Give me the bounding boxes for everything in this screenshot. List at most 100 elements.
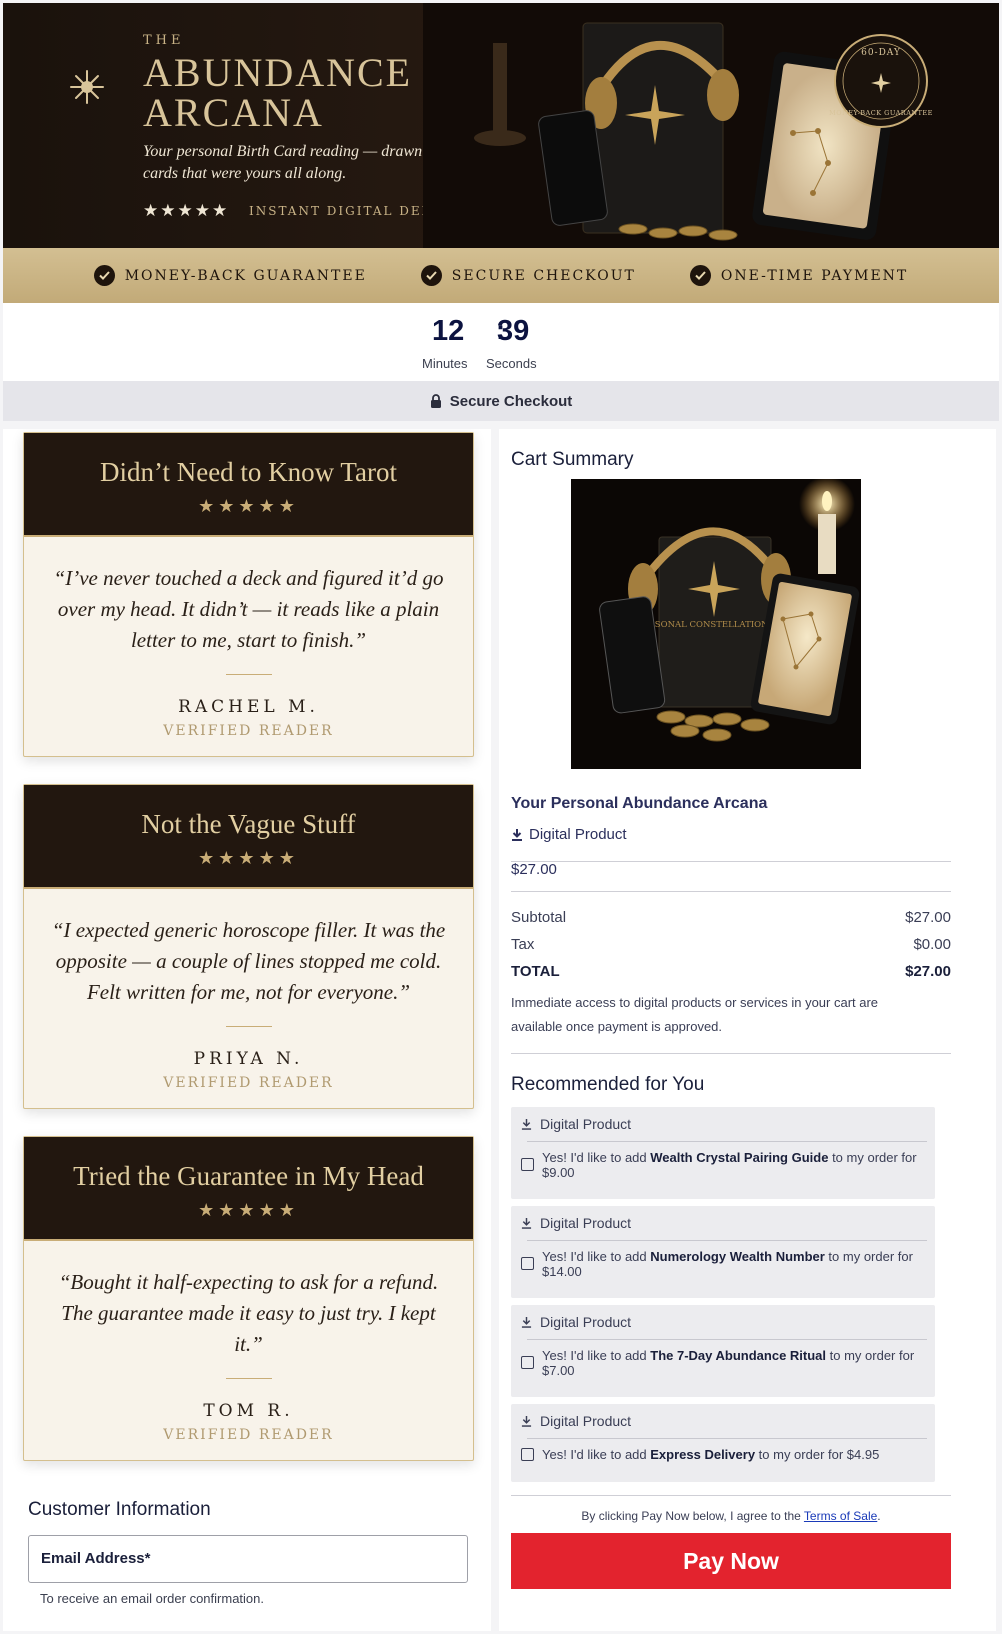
product-type-label: Digital Product	[529, 826, 627, 843]
testimonial-card: Didn’t Need to Know Tarot ★★★★★ “I’ve ne…	[23, 432, 474, 757]
divider	[511, 891, 951, 892]
trust-label: ONE-TIME PAYMENT	[720, 267, 909, 284]
total-row: TOTAL $27.00	[511, 963, 951, 980]
recommendation-item: Digital Product Yes! I'd like to add Num…	[511, 1206, 935, 1298]
testimonial-title: Tried the Guarantee in My Head	[73, 1161, 424, 1191]
testimonial-quote: “Bought it half-expecting to ask for a r…	[58, 1270, 439, 1356]
testimonial-header: Tried the Guarantee in My Head ★★★★★	[24, 1137, 473, 1241]
offer-name: Numerology Wealth Number	[650, 1249, 825, 1264]
download-icon	[512, 829, 522, 841]
subtotal-row: Subtotal $27.00	[511, 909, 951, 926]
timer-seconds: 39	[497, 315, 530, 347]
trust-label: MONEY-BACK GUARANTEE	[124, 267, 367, 284]
email-field[interactable]: Email Address*	[28, 1535, 468, 1583]
download-icon	[521, 1316, 532, 1328]
offer-name: Wealth Crystal Pairing Guide	[650, 1150, 829, 1165]
download-icon	[521, 1118, 532, 1130]
subtotal-label: Subtotal	[511, 909, 567, 926]
recommendation-option[interactable]: Yes! I'd like to add Wealth Crystal Pair…	[511, 1142, 935, 1190]
testimonial-divider	[225, 1026, 272, 1027]
tax-label: Tax	[511, 936, 535, 953]
product-image: YOUR PERSONAL CONSTELLATION READING	[571, 479, 861, 769]
hero-title-line1: ABUNDANCE	[143, 50, 413, 95]
add-on-checkbox[interactable]	[521, 1356, 534, 1369]
testimonial-divider	[225, 674, 272, 675]
terms-of-sale-link[interactable]: Terms of Sale	[804, 1509, 877, 1523]
badge-bottom-text: MONEY-BACK GUARANTEE	[829, 109, 933, 117]
recommendation-item: Digital Product Yes! I'd like to add The…	[511, 1305, 935, 1397]
timer-minutes-label: Minutes	[422, 356, 468, 371]
recommendation-type-label: Digital Product	[540, 1314, 632, 1330]
tax-value: $0.00	[913, 936, 951, 953]
recommendation-type: Digital Product	[511, 1107, 935, 1132]
badge-top-text: 60-DAY	[861, 48, 901, 58]
countdown-timer: 12 : 39 Minutes Seconds	[3, 303, 999, 381]
testimonial-title: Didn’t Need to Know Tarot	[99, 457, 398, 487]
cart-summary-panel: Cart Summary YOUR PERSONAL CONSTELLATION…	[499, 429, 996, 1631]
hero-title: ABUNDANCE ARCANA	[143, 53, 443, 133]
testimonial-divider	[225, 1378, 272, 1379]
add-on-checkbox[interactable]	[521, 1257, 534, 1270]
testimonial-title: Not the Vague Stuff	[141, 809, 356, 839]
recommendation-option[interactable]: Yes! I'd like to add The 7-Day Abundance…	[511, 1340, 935, 1388]
recommendation-type-label: Digital Product	[540, 1413, 632, 1429]
recommended-title: Recommended for You	[511, 1074, 705, 1095]
offer-prefix: Yes! I'd like to add	[542, 1348, 651, 1363]
recommendation-item: Digital Product Yes! I'd like to add Exp…	[511, 1404, 935, 1482]
testimonial-stars: ★★★★★	[198, 496, 299, 516]
trust-item-one-time-payment: ONE-TIME PAYMENT	[689, 265, 909, 286]
hero-banner: THE ABUNDANCE ARCANA Your personal Birth…	[3, 3, 999, 248]
email-hint: To receive an email order confirmation.	[40, 1591, 264, 1606]
cart-summary-title: Cart Summary	[511, 449, 634, 470]
testimonial-quote: “I’ve never touched a deck and figured i…	[53, 566, 444, 652]
pay-now-button[interactable]: Pay Now	[511, 1533, 951, 1589]
offer-suffix: to my order for $4.95	[755, 1447, 880, 1462]
subtotal-value: $27.00	[905, 909, 951, 926]
recommendation-type: Digital Product	[511, 1404, 935, 1429]
recommendation-type-label: Digital Product	[540, 1215, 632, 1231]
testimonial-header: Didn’t Need to Know Tarot ★★★★★	[24, 433, 473, 537]
recommendation-text: Yes! I'd like to add Numerology Wealth N…	[542, 1249, 925, 1279]
add-on-checkbox[interactable]	[521, 1448, 534, 1461]
add-on-checkbox[interactable]	[521, 1158, 534, 1171]
download-icon	[521, 1217, 532, 1229]
testimonial-stars: ★★★★★	[198, 1200, 299, 1220]
terms-end: .	[877, 1509, 881, 1523]
secure-checkout-label: Secure Checkout	[449, 392, 573, 410]
hero-product-image: 60-DAY MONEY-BACK GUARANTEE	[423, 3, 999, 248]
total-label: TOTAL	[511, 963, 560, 980]
testimonial-role: VERIFIED READER	[163, 723, 334, 739]
trust-label: SECURE CHECKOUT	[451, 267, 636, 284]
recommendation-option[interactable]: Yes! I'd like to add Express Delivery to…	[511, 1439, 935, 1472]
testimonial-stars: ★★★★★	[198, 848, 299, 868]
trust-item-secure-checkout: SECURE CHECKOUT	[420, 265, 636, 286]
offer-prefix: Yes! I'd like to add	[542, 1249, 651, 1264]
total-value: $27.00	[905, 963, 951, 980]
product-name: Your Personal Abundance Arcana	[511, 795, 768, 812]
check-circle-icon	[93, 265, 115, 286]
recommendation-option[interactable]: Yes! I'd like to add Numerology Wealth N…	[511, 1241, 935, 1289]
testimonial-role: VERIFIED READER	[163, 1075, 334, 1091]
offer-name: Express Delivery	[650, 1447, 756, 1462]
trust-bar: MONEY-BACK GUARANTEE SECURE CHECKOUT ONE…	[3, 248, 999, 303]
recommendation-type-label: Digital Product	[540, 1116, 632, 1132]
testimonial-author: RACHEL M.	[178, 697, 319, 717]
hero-title-line2: ARCANA	[143, 90, 324, 135]
terms-text: By clicking Pay Now below, I agree to th…	[581, 1509, 804, 1523]
recommendation-text: Yes! I'd like to add The 7-Day Abundance…	[542, 1348, 925, 1378]
recommendation-type: Digital Product	[511, 1206, 935, 1231]
star-sun-icon	[70, 70, 104, 104]
timer-minutes: 12	[432, 315, 465, 347]
access-notice: Immediate access to digital products or …	[511, 995, 879, 1034]
divider	[511, 1053, 951, 1054]
testimonial-author: TOM R.	[203, 1401, 294, 1421]
divider	[511, 1495, 951, 1496]
testimonial-header: Not the Vague Stuff ★★★★★	[24, 785, 473, 889]
offer-prefix: Yes! I'd like to add	[542, 1150, 651, 1165]
recommendation-text: Yes! I'd like to add Wealth Crystal Pair…	[542, 1150, 925, 1180]
testimonial-quote: “I expected generic horoscope filler. It…	[51, 918, 446, 1004]
product-type: Digital Product	[511, 826, 627, 843]
left-column: Didn’t Need to Know Tarot ★★★★★ “I’ve ne…	[3, 429, 491, 1631]
hero-rating-stars: ★★★★★	[143, 201, 230, 220]
recommendation-type: Digital Product	[511, 1305, 935, 1330]
